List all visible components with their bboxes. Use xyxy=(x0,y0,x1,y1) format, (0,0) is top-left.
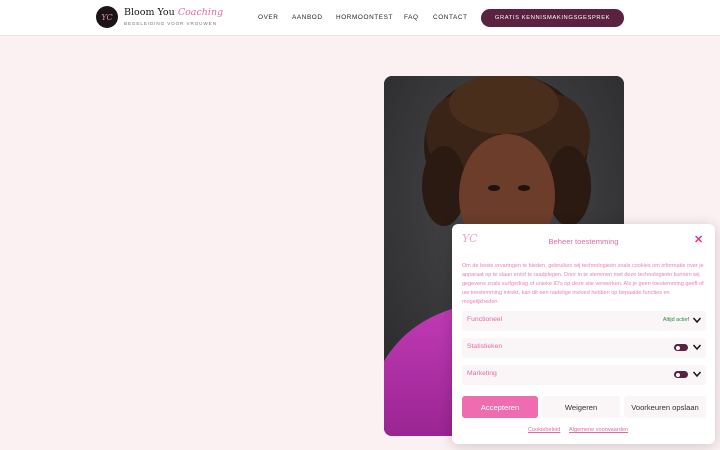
category-label: Statistieken xyxy=(467,343,503,350)
category-label: Functioneel xyxy=(467,316,503,323)
accept-button[interactable]: Accepteren xyxy=(462,396,538,418)
category-statistieken[interactable]: Statistieken xyxy=(462,338,706,358)
always-active-label: Altijd actief xyxy=(662,317,689,323)
brand-accent: Coaching xyxy=(177,7,224,18)
brand-name[interactable]: Bloom You Coaching xyxy=(124,7,223,18)
nav-item-faq[interactable]: FAQ xyxy=(404,14,419,21)
chevron-down-icon[interactable] xyxy=(692,369,702,379)
brand-main: Bloom You xyxy=(124,7,175,18)
marketing-toggle[interactable] xyxy=(674,371,688,378)
nav-item-over[interactable]: OVER xyxy=(258,14,279,21)
category-marketing[interactable]: Marketing xyxy=(462,365,706,385)
chevron-down-icon[interactable] xyxy=(692,315,702,325)
brand-tagline: BEGELEIDING VOOR VROUWEN xyxy=(124,21,217,26)
nav-item-aanbod[interactable]: AANBOD xyxy=(292,14,323,21)
cookie-consent-dialog: YC Beheer toestemming ✕ Om de beste erva… xyxy=(452,224,715,444)
chevron-down-icon[interactable] xyxy=(692,342,702,352)
cookie-policy-link[interactable]: Cookiebeleid xyxy=(528,427,560,433)
category-label: Marketing xyxy=(467,370,497,377)
save-preferences-button[interactable]: Voorkeuren opslaan xyxy=(624,396,706,418)
terms-link[interactable]: Algemene voorwaarden xyxy=(569,427,628,433)
cta-button[interactable]: GRATIS KENNISMAKINGSGESPREK xyxy=(481,9,624,27)
nav-item-hormoontest[interactable]: HORMOONTEST xyxy=(336,14,393,21)
category-functioneel[interactable]: Functioneel Altijd actief xyxy=(462,311,706,331)
consent-description: Om de beste ervaringen te bieden, gebrui… xyxy=(462,263,704,305)
logo-monogram: YC xyxy=(101,12,113,22)
deny-button[interactable]: Weigeren xyxy=(542,396,620,418)
consent-title: Beheer toestemming xyxy=(548,237,619,246)
close-icon[interactable]: ✕ xyxy=(694,235,703,246)
site-header: YC Bloom You Coaching BEGELEIDING VOOR V… xyxy=(0,0,720,36)
nav-item-contact[interactable]: CONTACT xyxy=(433,14,468,21)
logo-icon[interactable]: YC xyxy=(96,6,118,28)
statistieken-toggle[interactable] xyxy=(674,344,688,351)
